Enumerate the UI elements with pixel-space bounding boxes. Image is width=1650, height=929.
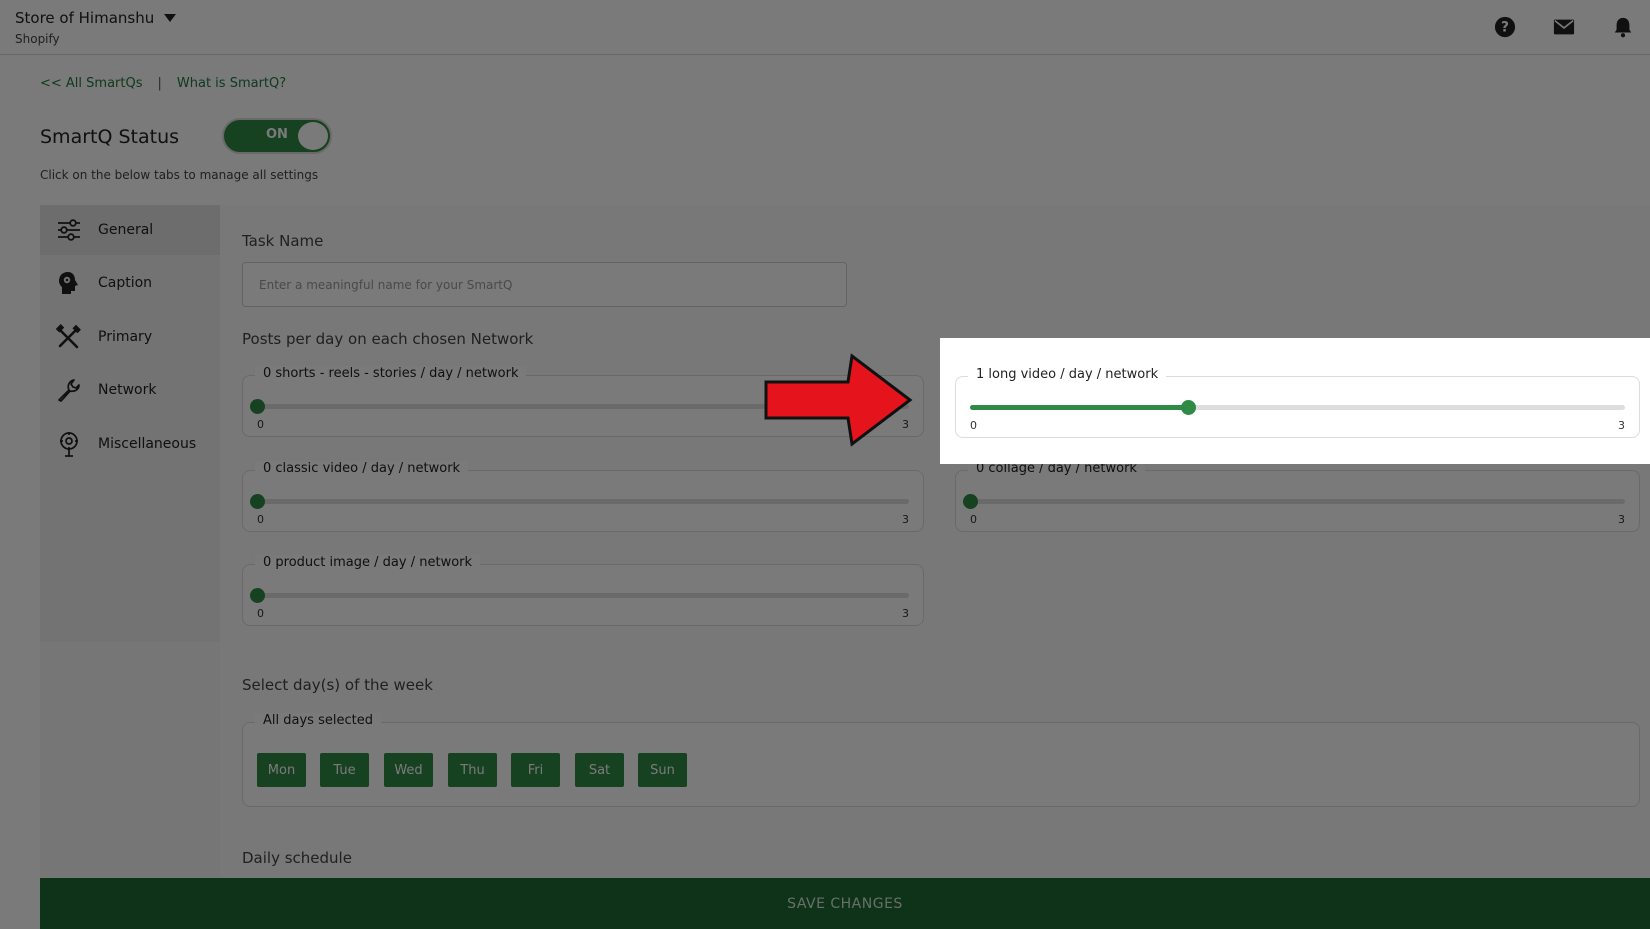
classic-video-slider-label: 0 classic video / day / network [255,461,469,476]
days-selected-status: All days selected [255,713,381,728]
long-video-slider[interactable] [970,400,1625,415]
sidebar-item-label: Network [98,382,157,398]
help-icon[interactable]: ? [1494,16,1516,38]
sidebar-item-label: Miscellaneous [98,436,197,452]
store-selector[interactable]: Store of Himanshu [15,9,177,27]
what-is-smartq-link[interactable]: What is SmartQ? [177,76,286,91]
top-bar: Store of Himanshu Shopify ? [0,0,1650,55]
bell-icon[interactable] [1612,16,1634,38]
wrench-icon [58,379,80,402]
slider-min-label: 0 [257,513,264,526]
day-button-thu[interactable]: Thu [448,753,497,787]
posts-per-day-label: Posts per day on each chosen Network [242,330,534,348]
sidebar-item-label: Primary [98,329,153,345]
settings-sidebar: General Caption Primary Network Miscella… [40,205,220,642]
settings-hint: Click on the below tabs to manage all se… [40,168,319,182]
smartq-status-toggle[interactable]: ON [222,118,332,154]
sidebar-item-label: Caption [98,275,153,291]
sidebar-item-general[interactable]: General [40,205,220,255]
toggle-knob [298,122,328,150]
store-platform: Shopify [15,32,60,46]
sidebar-item-network[interactable]: Network [40,365,220,415]
task-name-input[interactable] [242,262,847,307]
daily-schedule-label: Daily schedule [242,849,352,867]
long-video-slider-group: 1 long video / day / network 0 3 [955,367,1640,438]
slider-thumb[interactable] [250,399,265,414]
slider-max-label: 3 [902,418,909,431]
day-button-mon[interactable]: Mon [257,753,306,787]
days-of-week-group: All days selected Mon Tue Wed Thu Fri Sa… [242,713,1640,807]
slider-thumb[interactable] [963,494,978,509]
tools-icon [56,324,81,349]
shorts-slider-label: 0 shorts - reels - stories / day / netwo… [255,366,527,381]
slider-min-label: 0 [970,513,977,526]
day-button-wed[interactable]: Wed [384,753,433,787]
sidebar-item-label: General [98,222,154,238]
collage-slider[interactable] [963,494,1625,509]
day-button-sun[interactable]: Sun [638,753,687,787]
day-button-tue[interactable]: Tue [320,753,369,787]
all-smartqs-link[interactable]: << All SmartQs [40,76,143,91]
sidebar-item-primary[interactable]: Primary [40,312,220,362]
slider-fill [970,405,1189,410]
task-name-label: Task Name [242,232,324,250]
caret-down-icon [164,14,177,22]
toggle-label: ON [266,127,288,142]
breadcrumb: << All SmartQs | What is SmartQ? [40,76,286,91]
shorts-slider-group: 0 shorts - reels - stories / day / netwo… [242,366,924,437]
slider-thumb[interactable] [250,494,265,509]
slider-thumb[interactable] [1181,400,1197,415]
slider-max-label: 3 [902,513,909,526]
product-image-slider-group: 0 product image / day / network 0 3 [242,555,924,626]
long-video-slider-label: 1 long video / day / network [968,367,1167,382]
classic-video-slider-group: 0 classic video / day / network 0 3 [242,461,924,532]
slider-max-label: 3 [1618,419,1625,432]
day-button-sat[interactable]: Sat [575,753,624,787]
product-image-slider-label: 0 product image / day / network [255,555,481,570]
shorts-slider[interactable] [250,399,909,414]
sidebar-item-miscellaneous[interactable]: Miscellaneous [40,419,220,469]
day-button-fri[interactable]: Fri [511,753,560,787]
head-gear-icon [59,272,78,294]
mail-icon[interactable] [1551,16,1577,38]
sliders-icon [58,219,80,241]
tree-gear-icon [60,432,78,457]
slider-min-label: 0 [257,418,264,431]
breadcrumb-separator: | [157,76,162,91]
slider-min-label: 0 [257,607,264,620]
days-of-week-label: Select day(s) of the week [242,676,433,694]
product-image-slider[interactable] [250,588,909,603]
classic-video-slider[interactable] [250,494,909,509]
svg-text:?: ? [1501,20,1509,36]
page-title: SmartQ Status [40,126,180,148]
slider-min-label: 0 [970,419,977,432]
slider-max-label: 3 [1618,513,1625,526]
slider-thumb[interactable] [250,588,265,603]
slider-max-label: 3 [902,607,909,620]
sidebar-item-caption[interactable]: Caption [40,258,220,308]
collage-slider-group: 0 collage / day / network 0 3 [955,461,1640,532]
save-changes-button[interactable]: SAVE CHANGES [40,878,1650,929]
store-name: Store of Himanshu [15,9,155,27]
highlight-panel: 1 long video / day / network 0 3 [940,338,1650,464]
